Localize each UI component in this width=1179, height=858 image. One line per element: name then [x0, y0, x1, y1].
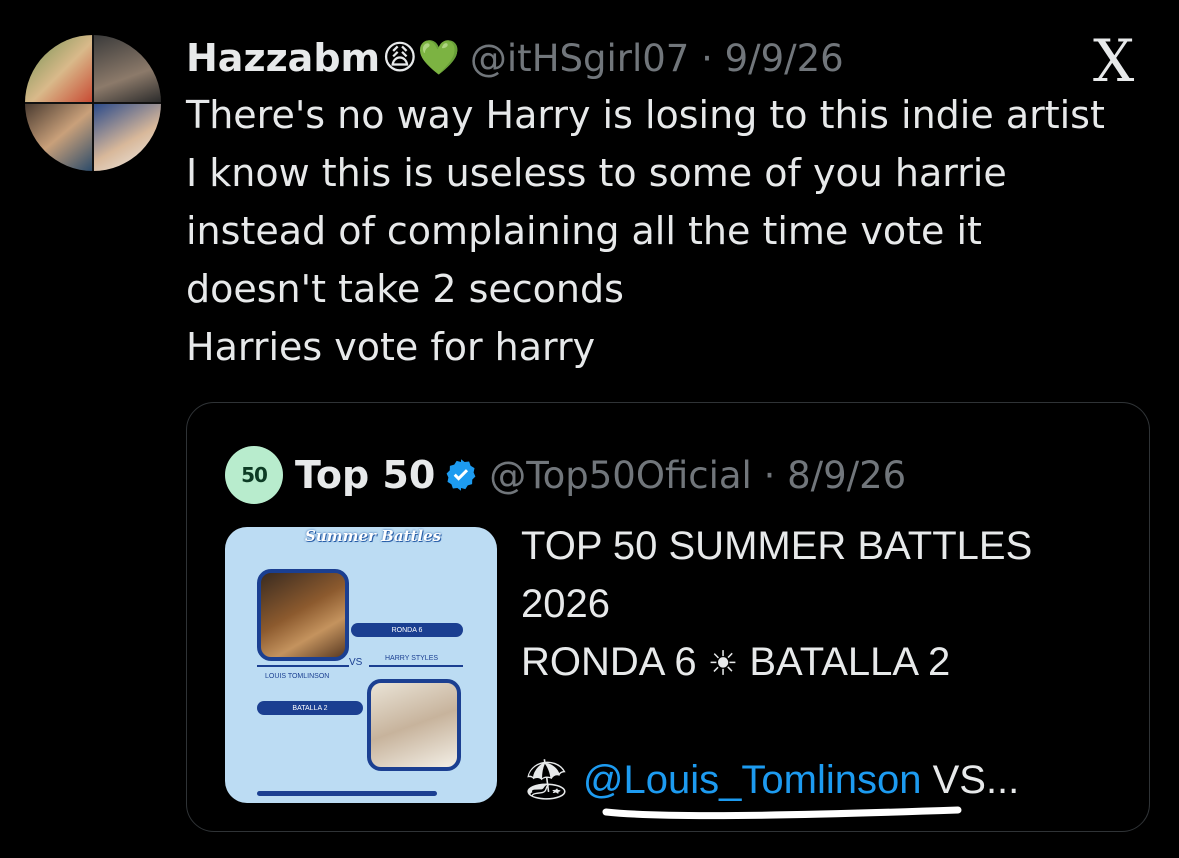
media-round-pill: RONDA 6 [351, 623, 463, 637]
beach-umbrella-icon: 🏖 [521, 758, 572, 802]
quoted-round-text: RONDA 6 [521, 640, 697, 684]
author-handle-date[interactable]: @itHSgirl07 · 9/9/26 [470, 37, 844, 80]
media-divider [369, 665, 463, 667]
media-brand-logo: Summer Battles [305, 527, 442, 545]
media-vs-label: VS [349, 657, 363, 668]
sun-icon: ☀ [707, 644, 739, 684]
tweet-header: Hazzabm 😩💚 @itHSgirl07 · 9/9/26 [186, 30, 844, 86]
quoted-author-handle-date[interactable]: @Top50Oficial · 8/9/26 [489, 454, 906, 497]
tweet-line: instead of complaining all the time vote… [186, 209, 982, 253]
author-avatar[interactable] [25, 35, 161, 171]
avatar-photo [94, 104, 161, 171]
tweet-line: Harries vote for harry [186, 325, 596, 369]
quoted-trailing-text: VS... [921, 758, 1020, 802]
quoted-battle-text: BATALLA 2 [749, 640, 951, 684]
media-divider [257, 665, 349, 667]
avatar-photo [25, 104, 92, 171]
avatar-photo [25, 35, 92, 102]
media-photo-louis [257, 569, 349, 661]
tweet-text: There's no way Harry is losing to this i… [186, 86, 1166, 376]
x-logo-icon: X [1093, 27, 1135, 95]
quoted-line: TOP 50 SUMMER BATTLES [521, 524, 1033, 568]
verified-badge-icon [446, 459, 476, 491]
quoted-author-avatar[interactable]: 50 [225, 446, 283, 504]
quoted-line: RONDA 6 ☀ BATALLA 2 [521, 633, 1032, 693]
author-emojis: 😩💚 [382, 38, 460, 78]
quoted-media-image[interactable]: Summer Battles RONDA 6 VS HARRY STYLES L… [225, 527, 497, 803]
media-bottom-bar [257, 791, 437, 796]
author-name[interactable]: Hazzabm [186, 36, 380, 80]
media-left-artist: LOUIS TOMLINSON [265, 673, 330, 680]
media-right-artist: HARRY STYLES [385, 655, 439, 662]
quoted-line: 2026 [521, 582, 610, 626]
quoted-tweet-text: TOP 50 SUMMER BATTLES 2026 RONDA 6 ☀ BAT… [521, 517, 1032, 809]
quoted-author-name[interactable]: Top 50 [295, 453, 435, 497]
tweet-line: There's no way Harry is losing to this i… [186, 93, 1105, 137]
hand-drawn-underline [602, 806, 962, 820]
media-battle-pill: BATALLA 2 [257, 701, 363, 715]
tweet-line: doesn't take 2 seconds [186, 267, 624, 311]
media-photo-harry [367, 679, 461, 771]
avatar-photo [94, 35, 161, 102]
tweet-line: I know this is useless to some of you ha… [186, 151, 1007, 195]
quoted-tweet-header: 50 Top 50 @Top50Oficial · 8/9/26 [225, 446, 906, 504]
mention-link[interactable]: @Louis_Tomlinson [583, 758, 922, 802]
quoted-tweet-card[interactable]: 50 Top 50 @Top50Oficial · 8/9/26 Summer … [186, 402, 1150, 832]
